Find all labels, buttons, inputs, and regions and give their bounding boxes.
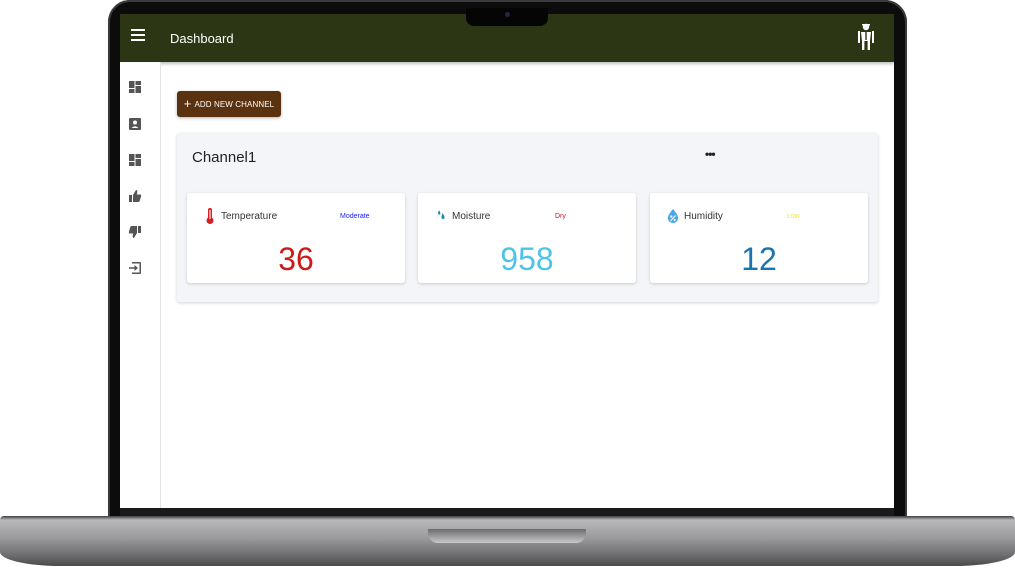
laptop-base-notch bbox=[428, 529, 586, 543]
sensor-status: Dry bbox=[555, 213, 566, 220]
sensor-status: Low bbox=[787, 213, 800, 220]
sensor-label: Humidity bbox=[684, 211, 723, 222]
sensor-card-temperature: Temperature Moderate 36 bbox=[187, 193, 405, 283]
hamburger-menu-icon[interactable] bbox=[131, 29, 145, 41]
sensor-status: Moderate bbox=[340, 213, 370, 220]
page-title: Dashboard bbox=[170, 31, 234, 46]
main-content: + ADD NEW CHANNEL Channel1 ••• Temperatu… bbox=[161, 62, 894, 508]
sensor-label: Moisture bbox=[452, 211, 491, 222]
sensor-value: 12 bbox=[741, 241, 777, 277]
contact-card-icon[interactable] bbox=[128, 117, 142, 131]
thumbs-up-icon[interactable] bbox=[128, 189, 142, 203]
sensor-value: 958 bbox=[500, 241, 554, 277]
app-screen: Dashboard + ADD NEW CHANNEL Channel1 •••… bbox=[120, 14, 894, 508]
sensor-value: 36 bbox=[278, 241, 314, 277]
sensor-card-moisture: Moisture Dry 958 bbox=[418, 193, 636, 283]
dashboard-icon[interactable] bbox=[128, 80, 142, 94]
camera-lens bbox=[505, 12, 510, 17]
water-drops-icon bbox=[438, 210, 445, 220]
add-new-channel-button[interactable]: + ADD NEW CHANNEL bbox=[177, 91, 281, 117]
dashboard-alt-icon[interactable] bbox=[128, 153, 142, 167]
screen-bottom-bezel bbox=[120, 508, 894, 516]
thermometer-icon bbox=[206, 208, 214, 224]
sidebar bbox=[120, 62, 161, 508]
sensor-label: Temperature bbox=[221, 211, 278, 222]
thumbs-down-icon[interactable] bbox=[128, 225, 142, 239]
humidity-drop-icon bbox=[667, 209, 679, 223]
logout-icon[interactable] bbox=[128, 261, 142, 275]
channel-card: Channel1 ••• Temperature Moderate 36 Moi… bbox=[177, 133, 878, 302]
sensor-card-humidity: Humidity Low 12 bbox=[650, 193, 868, 283]
camera-notch bbox=[466, 8, 548, 26]
channel-name: Channel1 bbox=[192, 149, 257, 166]
more-options-icon[interactable]: ••• bbox=[705, 147, 716, 161]
user-avatar-icon[interactable] bbox=[856, 22, 876, 52]
add-new-channel-label: ADD NEW CHANNEL bbox=[194, 99, 275, 109]
plus-icon: + bbox=[183, 95, 192, 111]
